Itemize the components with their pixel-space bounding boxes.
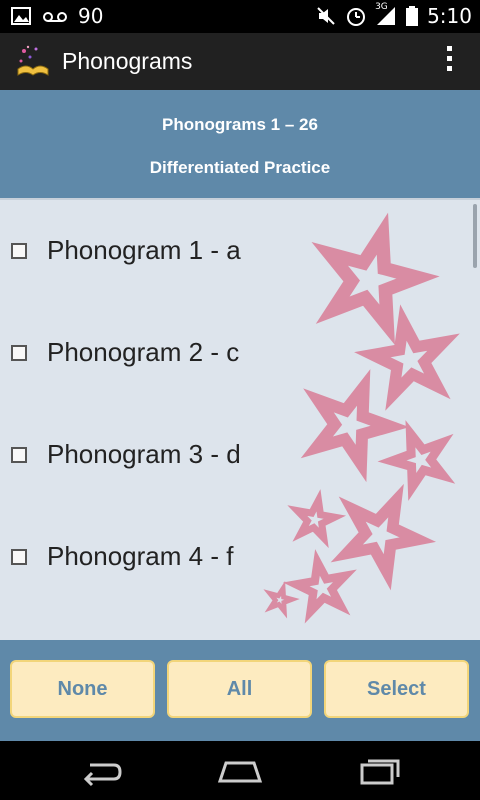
notification-count: 90 xyxy=(78,4,104,28)
checkbox[interactable] xyxy=(11,447,27,463)
overflow-menu-icon[interactable] xyxy=(444,46,454,76)
checkbox[interactable] xyxy=(11,243,27,259)
nav-bar xyxy=(0,741,480,800)
item-label: Phonogram 1 - a xyxy=(47,235,241,265)
all-button[interactable]: All xyxy=(167,660,312,718)
mute-icon xyxy=(317,7,335,25)
list-item[interactable]: Phonogram 1 - a xyxy=(0,222,470,282)
signal-indicator: 3G xyxy=(375,2,397,27)
item-label: Phonogram 3 - d xyxy=(47,439,241,469)
status-right: 3G 5:10 xyxy=(315,2,472,28)
list-item[interactable]: Phonogram 3 - d xyxy=(0,426,470,486)
none-button[interactable]: None xyxy=(10,660,155,718)
scrollbar[interactable] xyxy=(473,204,477,268)
action-bar: Phonograms xyxy=(0,33,480,90)
back-icon[interactable] xyxy=(76,755,124,787)
header-band: Phonograms 1 – 26 Differentiated Practic… xyxy=(0,90,480,198)
page-title: Phonograms 1 – 26 xyxy=(162,115,318,134)
recent-apps-icon[interactable] xyxy=(356,755,404,787)
battery-icon xyxy=(406,6,419,26)
home-icon[interactable] xyxy=(216,755,264,787)
checkbox[interactable] xyxy=(11,345,27,361)
signal-icon xyxy=(377,7,396,25)
alarm-icon xyxy=(347,8,366,26)
item-label: Phonogram 4 - f xyxy=(47,541,234,571)
app-title: Phonograms xyxy=(62,48,193,74)
phonogram-list[interactable]: Phonogram 1 - a Phonogram 2 - c Phonogra… xyxy=(0,198,480,642)
voicemail-icon xyxy=(43,12,67,22)
list-item[interactable]: Phonogram 2 - c xyxy=(0,324,470,384)
status-bar: 90 3G 5:10 xyxy=(0,0,480,33)
page-subtitle: Differentiated Practice xyxy=(149,158,331,177)
button-band: None All Select xyxy=(0,640,480,741)
app-logo-icon[interactable] xyxy=(14,43,52,79)
select-button[interactable]: Select xyxy=(324,660,469,718)
checkbox[interactable] xyxy=(11,549,27,565)
status-left: 90 xyxy=(10,4,103,28)
gallery-icon xyxy=(11,7,31,25)
item-label: Phonogram 2 - c xyxy=(47,337,240,367)
list-item[interactable]: Phonogram 4 - f xyxy=(0,528,470,588)
clock: 5:10 xyxy=(427,4,472,28)
